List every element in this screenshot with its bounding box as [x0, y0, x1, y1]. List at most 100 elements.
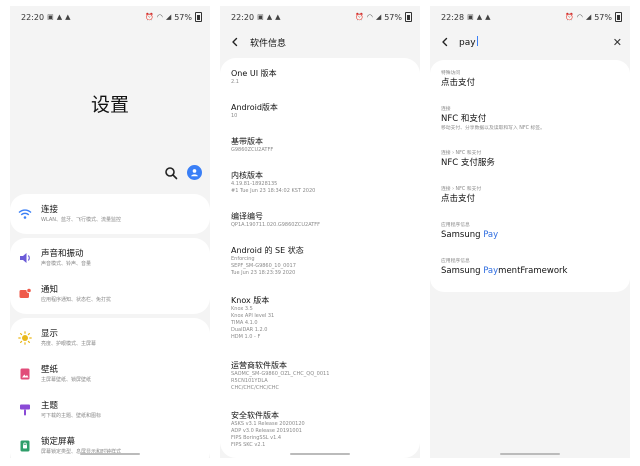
- result-path: 应用程序信息: [441, 259, 470, 264]
- settings-item-title: 显示: [41, 329, 59, 339]
- header-actions: [164, 165, 202, 180]
- info-value: Knox API level 31: [231, 313, 275, 319]
- settings-item-title: 主题: [41, 401, 59, 411]
- image-icon: ▣: [257, 13, 264, 21]
- settings-item-display[interactable]: 显示 亮度、护眼模式、主屏幕: [10, 320, 210, 356]
- info-label: 安全软件版本: [231, 411, 279, 420]
- software-info-list: One UI 版本 2.1 Android版本 10 基带版本 G9860ZCU…: [220, 58, 420, 458]
- triangle-icon: ▲: [266, 13, 273, 21]
- info-label: 基带版本: [231, 137, 263, 146]
- wifi-icon: [18, 209, 32, 219]
- info-value: FIPS BoringSSL v1.4: [231, 435, 282, 441]
- wifi-status-icon: ◠: [156, 13, 163, 21]
- wifi-status-icon: ◠: [366, 13, 373, 21]
- search-input[interactable]: pay: [459, 36, 613, 48]
- settings-item-subtitle: 应用程序通知、状态栏、免打扰: [41, 297, 112, 303]
- signal-icon: ◢: [585, 13, 592, 21]
- settings-item-sound[interactable]: 声音和振动 声音模式、铃声、音量: [10, 240, 210, 276]
- status-time: 22:28: [441, 12, 465, 22]
- settings-item-subtitle: 主屏幕壁纸、锁屏壁纸: [41, 377, 92, 383]
- search-result[interactable]: 应用程序信息 Samsung Pay: [441, 222, 624, 241]
- result-title: Samsung Pay: [441, 229, 624, 241]
- info-value: Enforcing: [231, 256, 255, 262]
- account-avatar[interactable]: [187, 165, 202, 180]
- back-arrow-icon[interactable]: [230, 37, 240, 47]
- info-item-android: Android版本 10: [231, 102, 414, 120]
- wifi-status-icon: ◠: [576, 13, 583, 21]
- settings-item-title: 通知: [41, 285, 59, 295]
- settings-group-sound: 声音和振动 声音模式、铃声、音量 通知 应用程序通知、状态栏、免打扰: [10, 238, 210, 314]
- search-result[interactable]: 特殊访问 点击支付: [441, 70, 624, 89]
- settings-item-wallpaper[interactable]: 壁纸 主屏幕壁纸、锁屏壁纸: [10, 356, 210, 392]
- info-value: SAOMC_SM-G9860_OZL_CHC_QQ_0011: [231, 371, 330, 377]
- search-result[interactable]: 连接 › NFC 和支付 点击支付: [441, 186, 624, 205]
- settings-item-subtitle: 可下载的主题、壁纸和图标: [41, 413, 102, 419]
- info-value: G9860ZCU2ATFF: [231, 147, 274, 153]
- settings-item-notifications[interactable]: 通知 应用程序通知、状态栏、免打扰: [10, 276, 210, 312]
- page-title: 软件信息: [250, 38, 287, 49]
- info-value: Knox 3.5: [231, 306, 253, 312]
- image-icon: ▣: [467, 13, 474, 21]
- battery-percent: 57%: [384, 12, 402, 22]
- battery-icon: [615, 12, 622, 22]
- result-path: 连接 › NFC 和支付: [441, 187, 482, 192]
- result-title: 点击支付: [441, 194, 476, 204]
- info-value: HDM 1.0 - F: [231, 334, 261, 340]
- settings-item-connections[interactable]: 连接 WLAN、蓝牙、飞行模式、流量监控: [10, 196, 210, 232]
- search-result[interactable]: 应用程序信息 Samsung PaymentFramework: [441, 258, 624, 277]
- search-results-list: 特殊访问 点击支付 连接 NFC 和支付 移动支付、分享数据以及读取和写入 NF…: [430, 60, 630, 292]
- info-label: Android版本: [231, 103, 278, 112]
- info-item-carrier-software: 运营商软件版本 SAOMC_SM-G9860_OZL_CHC_QQ_0011 R…: [231, 360, 414, 392]
- info-value: FIPS SKC v2.1: [231, 442, 266, 448]
- info-value: 10: [231, 113, 238, 119]
- result-title-match: Pay: [483, 230, 499, 240]
- info-item-knox: Knox 版本 Knox 3.5 Knox API level 31 TIMA …: [231, 295, 414, 341]
- info-value: 4.19.81-18928135: [231, 181, 278, 187]
- search-result[interactable]: 连接 › NFC 和支付 NFC 支付服务: [441, 150, 624, 169]
- gesture-bar[interactable]: [500, 453, 560, 455]
- settings-item-subtitle: 声音模式、铃声、音量: [41, 261, 92, 267]
- gesture-bar[interactable]: [290, 453, 350, 455]
- search-result[interactable]: 连接 NFC 和支付 移动支付、分享数据以及读取和写入 NFC 标签。: [441, 106, 624, 132]
- result-title: NFC 支付服务: [441, 158, 495, 168]
- page-title: 设置: [90, 94, 129, 116]
- battery-percent: 57%: [174, 12, 192, 22]
- info-item-se-status: Android 的 SE 状态 Enforcing SEPF_SM-G9860_…: [231, 245, 414, 277]
- settings-group-display: 显示 亮度、护眼模式、主屏幕 壁纸 主屏幕壁纸、锁屏壁纸 主题 可下载的主题、壁…: [10, 318, 210, 458]
- alarm-icon: ⏰: [355, 13, 364, 21]
- sound-icon: [20, 253, 30, 263]
- info-item-build-number[interactable]: 编译编号 QP1A.190711.020.G9860ZCU2ATFF: [231, 211, 414, 229]
- battery-percent: 57%: [594, 12, 612, 22]
- info-value: 2.1: [231, 79, 239, 85]
- settings-item-themes[interactable]: 主题 可下载的主题、壁纸和图标: [10, 392, 210, 428]
- gesture-bar[interactable]: [80, 453, 140, 455]
- info-item-one-ui: One UI 版本 2.1: [231, 68, 414, 86]
- result-description: 移动支付、分享数据以及读取和写入 NFC 标签。: [441, 126, 545, 131]
- info-label: 内核版本: [231, 171, 263, 180]
- search-icon[interactable]: [164, 166, 178, 180]
- settings-item-title: 声音和振动: [41, 249, 84, 259]
- triangle-icon: ▲: [56, 13, 63, 21]
- info-label: One UI 版本: [231, 69, 277, 78]
- settings-item-subtitle: 亮度、护眼模式、主屏幕: [41, 341, 97, 347]
- info-value: R5CN101YDLA: [231, 378, 268, 384]
- clear-icon[interactable]: ✕: [613, 36, 622, 49]
- text-cursor: [476, 36, 478, 46]
- info-value: Tue Jun 23 18:23:39 2020: [231, 270, 296, 276]
- info-item-kernel: 内核版本 4.19.81-18928135 #1 Tue Jun 23 18:3…: [231, 170, 414, 195]
- result-title-match: Pay: [483, 266, 499, 276]
- settings-item-title: 壁纸: [41, 365, 59, 375]
- battery-icon: [405, 12, 412, 22]
- lock-screen-icon: [20, 440, 30, 452]
- info-item-baseband[interactable]: 基带版本 G9860ZCU2ATFF: [231, 136, 414, 154]
- back-arrow-icon[interactable]: [440, 37, 450, 47]
- signal-icon: ◢: [165, 13, 172, 21]
- status-time: 22:20: [231, 12, 255, 22]
- info-label: 运营商软件版本: [231, 361, 287, 370]
- wallpaper-icon: [20, 368, 30, 380]
- settings-group-connections: 连接 WLAN、蓝牙、飞行模式、流量监控: [10, 194, 210, 234]
- result-path: 连接 › NFC 和支付: [441, 151, 482, 156]
- result-path: 连接: [441, 107, 451, 112]
- theme-icon: [20, 404, 30, 416]
- settings-search-screen: 22:28 ▣ ▲ ▲ ⏰ ◠ ◢ 57% pay ✕ 特殊访问 点击支付 连接…: [430, 6, 630, 458]
